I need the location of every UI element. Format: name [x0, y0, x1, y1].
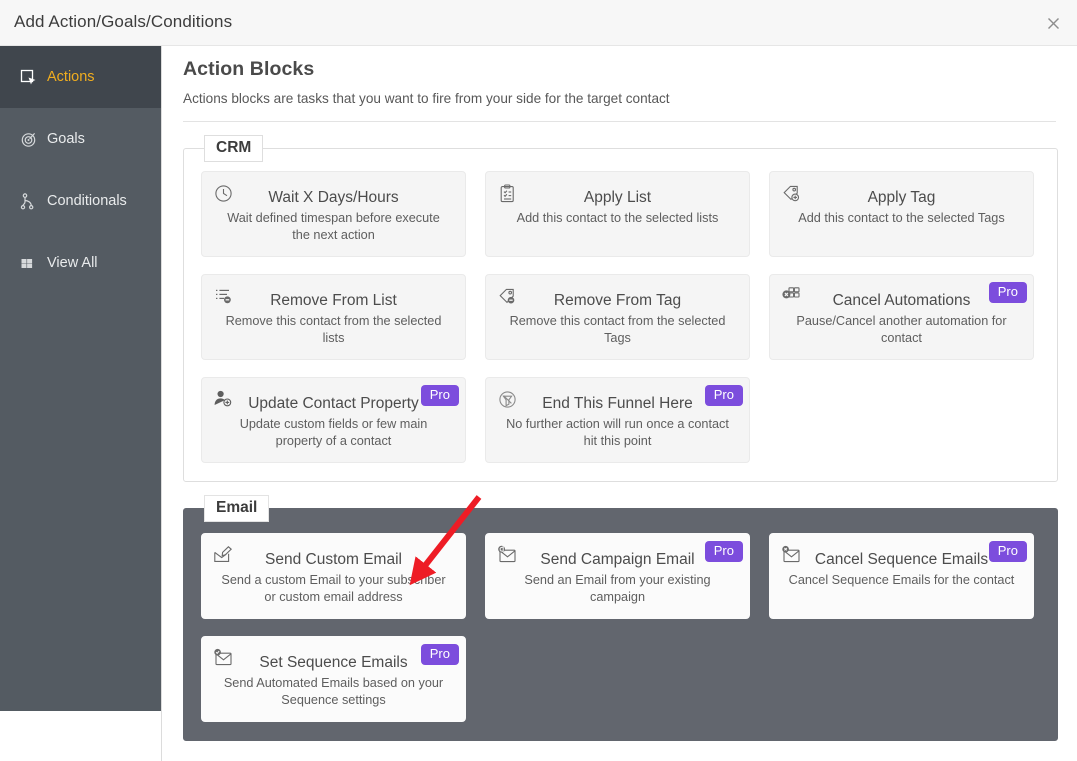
card-set-sequence-emails[interactable]: Pro Set Sequence Emails Send Automated E… — [201, 636, 466, 722]
card-cancel-automations[interactable]: Pro Cancel Automations Pause/Cancel anot… — [769, 274, 1034, 360]
main-header: Action Blocks Actions blocks are tasks t… — [162, 46, 1077, 106]
page-title: Action Blocks — [183, 58, 315, 80]
card-desc: No further action will run once a contac… — [506, 417, 729, 448]
card-send-custom-email[interactable]: Send Custom Email Send a custom Email to… — [201, 533, 466, 619]
card-desc: Wait defined timespan before execute the… — [227, 211, 440, 242]
card-desc: Remove this contact from the selected Ta… — [509, 314, 726, 345]
pro-badge: Pro — [704, 385, 743, 406]
card-grid-crm: Wait X Days/Hours Wait defined timespan … — [201, 171, 1040, 463]
group-legend: Email — [204, 495, 270, 522]
main-panel: Action Blocks Actions blocks are tasks t… — [161, 46, 1077, 761]
close-icon[interactable] — [1037, 8, 1069, 38]
window-titlebar: Add Action/Goals/Conditions — [0, 0, 1077, 46]
card-title: Cancel Automations — [832, 292, 971, 309]
page-subtitle: Actions blocks are tasks that you want t… — [183, 91, 670, 106]
card-desc: Send a custom Email to your subscriber o… — [221, 573, 446, 604]
card-title: Send Custom Email — [265, 551, 402, 568]
sidebar-item-label: Conditionals — [47, 193, 127, 209]
action-block-icon — [18, 67, 38, 87]
tag-remove-icon — [496, 285, 518, 307]
card-grid-email: Send Custom Email Send a custom Email to… — [201, 533, 1040, 722]
pro-badge: Pro — [420, 644, 459, 665]
pro-badge: Pro — [988, 282, 1027, 303]
group-crm: CRM Wait X Days/Hours Wait defined times… — [183, 135, 1058, 482]
sequence-email-icon — [212, 647, 234, 669]
target-icon — [18, 129, 38, 149]
sidebar-item-goals[interactable]: Goals — [0, 108, 161, 170]
card-desc: Pause/Cancel another automation for cont… — [796, 314, 1007, 345]
card-title: Send Campaign Email — [540, 551, 695, 568]
pro-badge: Pro — [988, 541, 1027, 562]
cancel-email-icon — [780, 544, 802, 566]
grid-icon — [18, 253, 38, 273]
card-title: Set Sequence Emails — [259, 654, 408, 671]
card-title: Apply Tag — [867, 189, 936, 206]
card-desc: Update custom fields or few main propert… — [239, 417, 428, 448]
list-remove-icon — [212, 285, 234, 307]
campaign-email-icon — [496, 544, 518, 566]
sidebar-item-label: Actions — [47, 69, 95, 85]
sidebar: Actions Goals Conditionals View All — [0, 46, 161, 711]
card-desc: Add this contact to the selected Tags — [798, 211, 1005, 225]
card-title: Wait X Days/Hours — [268, 189, 399, 206]
card-end-this-funnel-here[interactable]: Pro End This Funnel Here No further acti… — [485, 377, 750, 463]
card-title: Remove From List — [270, 292, 397, 309]
header-divider — [183, 121, 1056, 122]
tag-add-icon — [780, 182, 802, 204]
window-title: Add Action/Goals/Conditions — [14, 12, 233, 31]
group-email: Email Send Custom Email Send a custom Em… — [183, 495, 1058, 741]
card-desc: Send Automated Emails based on your Sequ… — [223, 676, 444, 707]
card-remove-from-tag[interactable]: Remove From Tag Remove this contact from… — [485, 274, 750, 360]
compose-email-icon — [212, 544, 234, 566]
card-apply-list[interactable]: Apply List Add this contact to the selec… — [485, 171, 750, 257]
card-update-contact-property[interactable]: Pro Update Contact Property Update custo… — [201, 377, 466, 463]
clock-icon — [212, 182, 234, 204]
sidebar-item-actions[interactable]: Actions — [0, 46, 161, 108]
group-legend: CRM — [204, 135, 264, 162]
card-title: Cancel Sequence Emails — [814, 551, 989, 568]
automation-cancel-icon — [780, 285, 802, 307]
sidebar-item-conditionals[interactable]: Conditionals — [0, 170, 161, 232]
card-title: Update Contact Property — [248, 395, 419, 412]
card-wait-x-days-hours[interactable]: Wait X Days/Hours Wait defined timespan … — [201, 171, 466, 257]
card-desc: Send an Email from your existing campaig… — [524, 573, 711, 604]
card-remove-from-list[interactable]: Remove From List Remove this contact fro… — [201, 274, 466, 360]
card-title: Apply List — [583, 189, 652, 206]
card-desc: Cancel Sequence Emails for the contact — [788, 573, 1015, 587]
user-edit-icon — [212, 388, 234, 410]
pro-badge: Pro — [704, 541, 743, 562]
card-desc: Remove this contact from the selected li… — [225, 314, 442, 345]
card-title: End This Funnel Here — [542, 395, 693, 412]
card-send-campaign-email[interactable]: Pro Send Campaign Email Send an Email fr… — [485, 533, 750, 619]
card-desc: Add this contact to the selected lists — [516, 211, 719, 225]
card-cancel-sequence-emails[interactable]: Pro Cancel Sequence Emails Cancel Sequen… — [769, 533, 1034, 619]
clipboard-list-icon — [496, 182, 518, 204]
card-apply-tag[interactable]: Apply Tag Add this contact to the select… — [769, 171, 1034, 257]
pro-badge: Pro — [420, 385, 459, 406]
sidebar-item-label: View All — [47, 255, 98, 271]
sidebar-item-label: Goals — [47, 131, 85, 147]
branch-icon — [18, 191, 38, 211]
sidebar-item-view-all[interactable]: View All — [0, 232, 161, 294]
stop-funnel-icon — [496, 388, 518, 410]
card-title: Remove From Tag — [553, 292, 682, 309]
